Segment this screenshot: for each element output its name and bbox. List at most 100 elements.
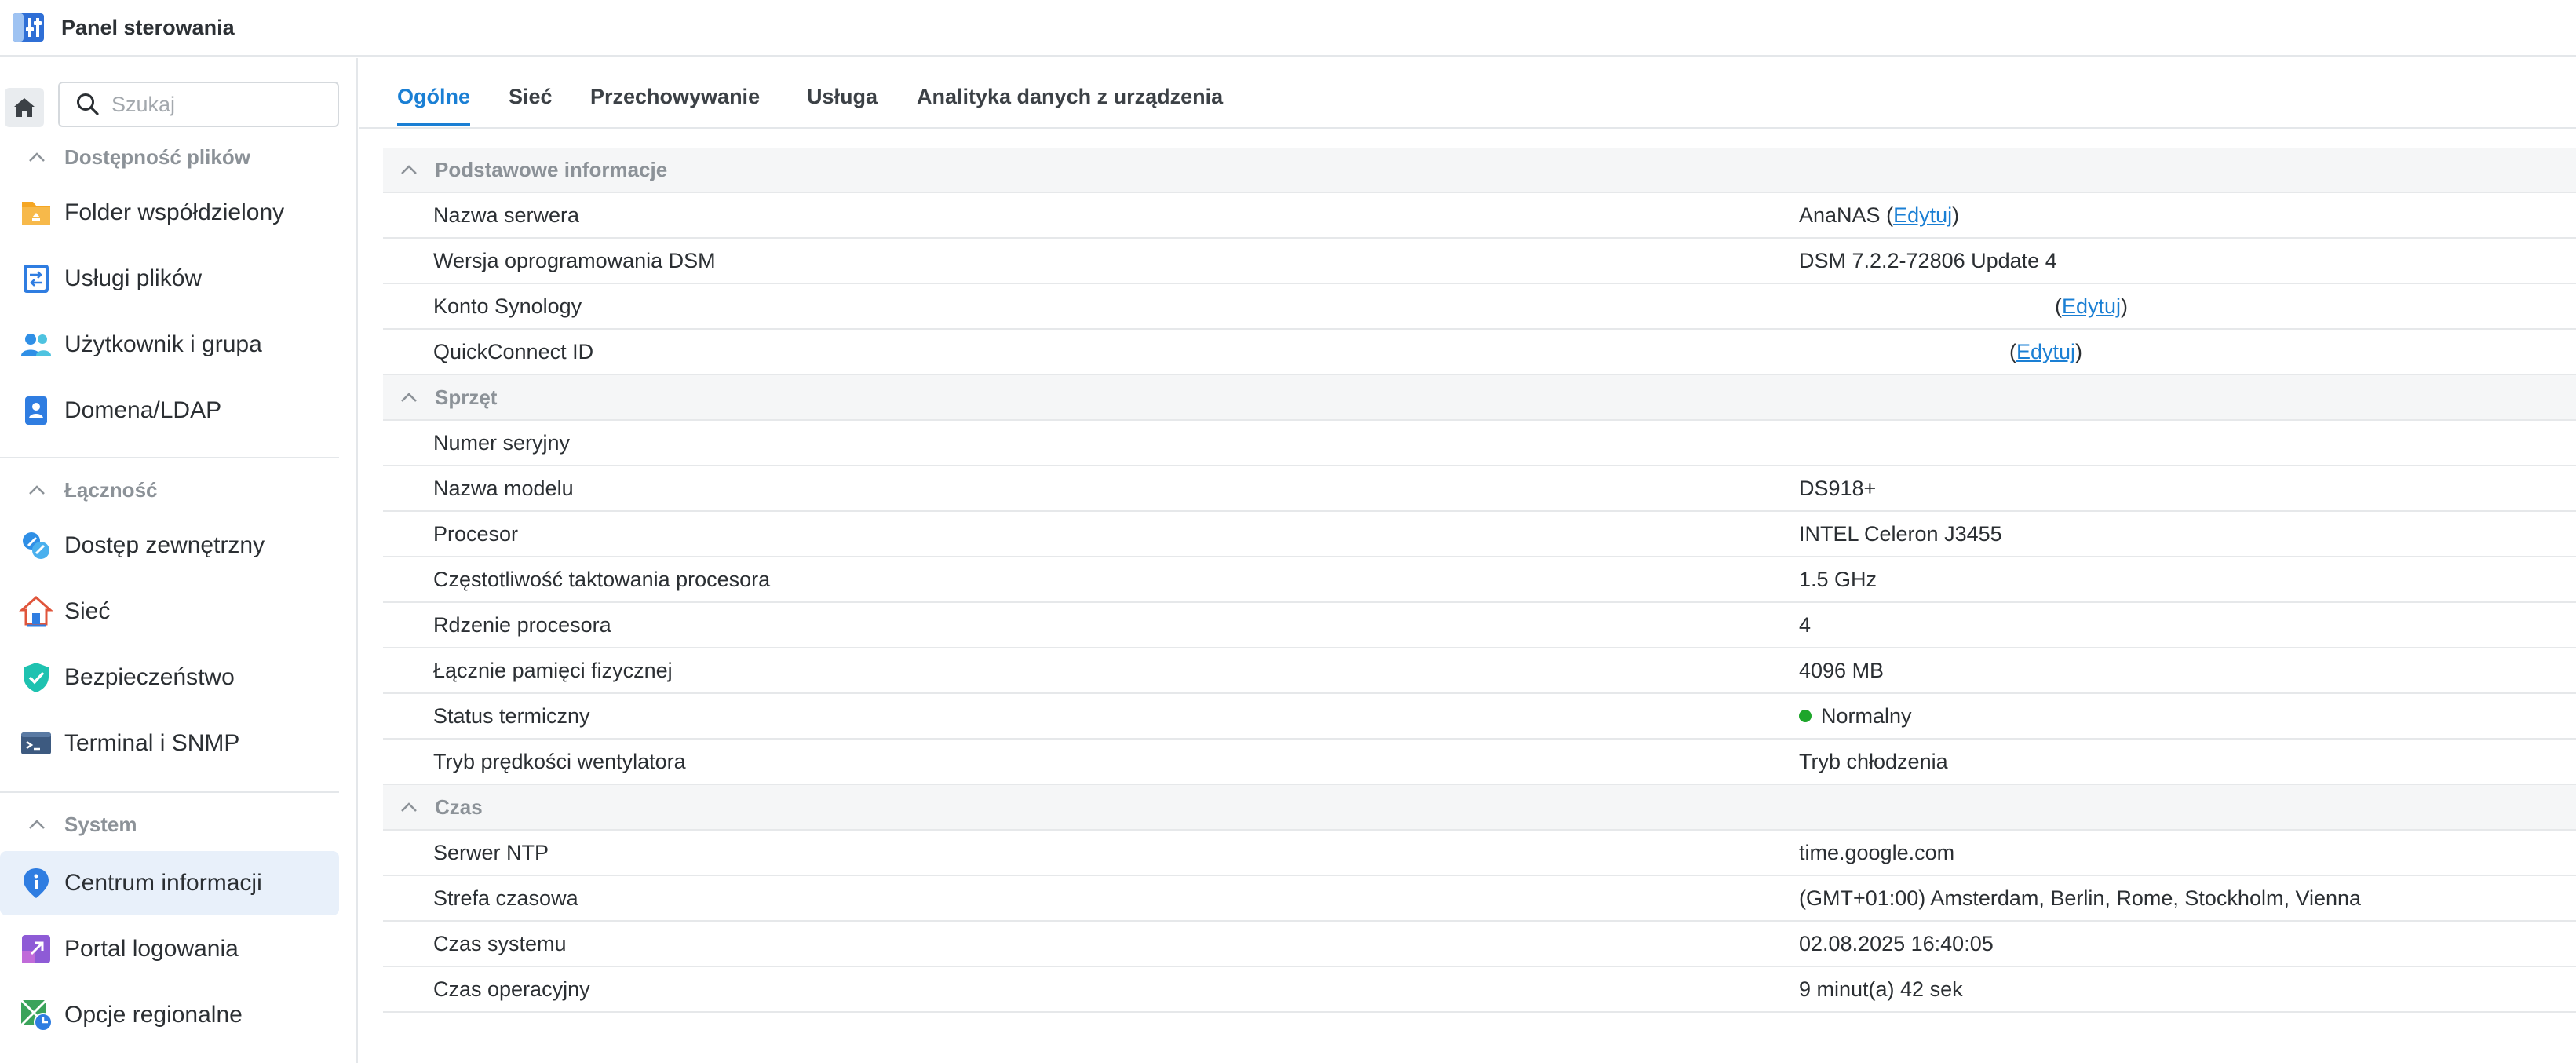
main-content: Ogólne Sieć Przechowywanie Usługa Analit… [359, 58, 2576, 1063]
info-table: Podstawowe informacje Nazwa serwera AnaN… [383, 148, 2576, 1013]
row-value: 4096 MB [1799, 658, 1885, 682]
row-label: Tryb prędkości wentylatora [433, 749, 686, 773]
row-value: 4 [1799, 612, 1812, 637]
sidebar-item-label: Usługi plików [64, 265, 203, 291]
section-title: Czas [435, 795, 483, 819]
row-label: QuickConnect ID [433, 339, 594, 363]
chevron-up-icon [29, 152, 45, 162]
row-label: Konto Synology [433, 294, 582, 318]
shared-folder-icon [19, 195, 53, 230]
row-value: Normalny [1799, 704, 1912, 729]
row-label: Czas operacyjny [433, 977, 590, 1001]
table-row: Procesor INTEL Celeron J3455 [383, 512, 2576, 557]
row-value: (Edytuj) [2055, 294, 2129, 318]
table-row: Strefa czasowa (GMT+01:00) Amsterdam, Be… [383, 876, 2576, 922]
row-label: Nazwa serwera [433, 203, 580, 227]
row-label: Strefa czasowa [433, 886, 578, 910]
search-field[interactable] [58, 82, 339, 127]
sidebar-item-users[interactable]: Użytkownik i grupa [0, 312, 339, 377]
tab-network[interactable]: Sieć [509, 85, 553, 109]
chevron-up-icon [401, 802, 417, 812]
chevron-up-icon [401, 165, 417, 174]
sidebar-item-file-services[interactable]: Usługi plików [0, 247, 339, 311]
chevron-up-icon [29, 820, 45, 829]
regional-options-icon [19, 998, 53, 1032]
search-input[interactable] [111, 92, 323, 117]
sidebar-item-network[interactable]: Sieć [0, 579, 339, 644]
domain-ldap-icon [19, 393, 53, 428]
sidebar-item-label: Portal logowania [64, 936, 239, 962]
group-file-access[interactable]: Dostępność plików [0, 133, 358, 181]
window-title: Panel sterowania [61, 15, 235, 39]
group-title: Łączność [64, 477, 158, 502]
sidebar-item-label: Opcje regionalne [64, 1002, 243, 1028]
status-dot-icon [1799, 709, 1812, 722]
home-icon [14, 98, 35, 117]
group-title: System [64, 812, 137, 836]
tab-general[interactable]: Ogólne [397, 85, 470, 126]
thermal-status-value: Normalny [1821, 703, 1912, 728]
info-center-icon [19, 866, 53, 900]
sidebar-item-info-center[interactable]: Centrum informacji [0, 851, 339, 915]
tab-service[interactable]: Usługa [807, 85, 878, 109]
group-system[interactable]: System [0, 801, 358, 848]
chevron-up-icon [29, 485, 45, 495]
row-value: INTEL Celeron J3455 [1799, 521, 2002, 546]
search-icon [77, 93, 99, 115]
home-button[interactable] [5, 88, 44, 127]
row-value: 02.08.2025 16:40:05 [1799, 931, 1994, 955]
sidebar-item-label: Sieć [64, 598, 111, 624]
row-value: AnaNAS (Edytuj) [1799, 203, 1960, 227]
users-icon [19, 327, 53, 362]
search-row [0, 82, 358, 129]
sidebar-item-label: Użytkownik i grupa [64, 331, 262, 357]
edit-account-link[interactable]: Edytuj [2062, 294, 2121, 318]
login-portal-icon [19, 932, 53, 966]
table-row: Wersja oprogramowania DSM DSM 7.2.2-7280… [383, 239, 2576, 284]
sidebar-item-domain-ldap[interactable]: Domena/LDAP [0, 378, 339, 443]
control-panel-icon [11, 10, 46, 45]
group-title: Dostępność plików [64, 144, 250, 169]
sidebar-divider [0, 791, 339, 793]
row-value: 1.5 GHz [1799, 567, 1877, 591]
table-row: Czas operacyjny 9 minut(a) 42 sek [383, 967, 2576, 1013]
row-label: Częstotliwość taktowania procesora [433, 567, 771, 591]
sidebar-item-label: Centrum informacji [64, 870, 262, 896]
sidebar-item-terminal[interactable]: Terminal i SNMP [0, 711, 339, 776]
tab-bar: Ogólne Sieć Przechowywanie Usługa Analit… [359, 58, 2576, 129]
section-title: Podstawowe informacje [435, 157, 668, 181]
row-label: Status termiczny [433, 703, 590, 728]
sidebar-item-label: Dostęp zewnętrzny [64, 532, 265, 558]
table-row: Czas systemu 02.08.2025 16:40:05 [383, 922, 2576, 967]
section-hardware[interactable]: Sprzęt [383, 375, 2576, 421]
group-connectivity[interactable]: Łączność [0, 466, 358, 513]
table-row: Serwer NTP time.google.com [383, 831, 2576, 876]
section-basic-info[interactable]: Podstawowe informacje [383, 148, 2576, 193]
sidebar-item-shared-folder[interactable]: Folder współdzielony [0, 181, 339, 245]
sidebar-item-login-portal[interactable]: Portal logowania [0, 917, 339, 981]
edit-quickconnect-link[interactable]: Edytuj [2016, 340, 2075, 363]
table-row: Łącznie pamięci fizycznej 4096 MB [383, 648, 2576, 694]
table-row: Nazwa serwera AnaNAS (Edytuj) [383, 193, 2576, 239]
edit-server-name-link[interactable]: Edytuj [1893, 203, 1952, 227]
row-label: Procesor [433, 521, 519, 546]
sidebar-item-label: Bezpieczeństwo [64, 664, 235, 690]
row-label: Numer seryjny [433, 430, 571, 455]
tab-device-analytics[interactable]: Analityka danych z urządzenia [917, 85, 1223, 109]
sidebar-item-security[interactable]: Bezpieczeństwo [0, 645, 339, 710]
tab-storage[interactable]: Przechowywanie [590, 85, 760, 109]
server-name-value: AnaNAS [1799, 203, 1881, 227]
file-services-icon [19, 261, 53, 296]
sidebar-item-regional-options[interactable]: Opcje regionalne [0, 983, 339, 1047]
table-row: Rdzenie procesora 4 [383, 603, 2576, 648]
row-value: (GMT+01:00) Amsterdam, Berlin, Rome, Sto… [1799, 886, 2362, 910]
section-time[interactable]: Czas [383, 785, 2576, 831]
security-shield-icon [19, 660, 53, 695]
table-row: Numer seryjny [383, 421, 2576, 466]
sidebar-item-external-access[interactable]: Dostęp zewnętrzny [0, 513, 339, 578]
row-label: Serwer NTP [433, 840, 549, 864]
row-value: DSM 7.2.2-72806 Update 4 [1799, 248, 2057, 272]
terminal-icon [19, 726, 53, 761]
row-label: Łącznie pamięci fizycznej [433, 658, 673, 682]
row-value: time.google.com [1799, 840, 1955, 864]
